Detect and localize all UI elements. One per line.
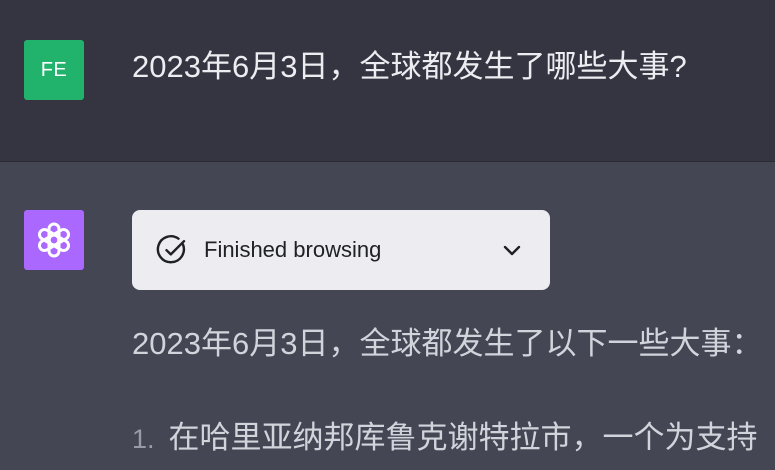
openai-logo-icon [37,222,71,258]
check-circle-icon [156,235,186,264]
user-message-row: FE 2023年6月3日，全球都发生了哪些大事? [0,0,775,162]
chevron-down-icon[interactable] [500,238,524,262]
list-item: 1. 在哈里亚纳邦库鲁克谢特拉市，一个为支持 [132,416,758,461]
user-avatar: FE [24,40,84,100]
chat-transcript: FE 2023年6月3日，全球都发生了哪些大事? Finished browsi… [0,0,775,470]
assistant-message-row: Finished browsing 2023年6月3日，全球都发生了以下一些大事… [0,162,775,470]
list-item-number: 1. [132,424,155,454]
assistant-avatar [24,210,84,270]
answer-intro-text: 2023年6月3日，全球都发生了以下一些大事： [132,326,763,361]
browsing-status-card[interactable]: Finished browsing [132,210,550,290]
browsing-status-label: Finished browsing [204,237,382,262]
user-message-text: 2023年6月3日，全球都发生了哪些大事? [132,49,687,84]
list-item-text: 在哈里亚纳邦库鲁克谢特拉市，一个为支持 [168,420,758,455]
